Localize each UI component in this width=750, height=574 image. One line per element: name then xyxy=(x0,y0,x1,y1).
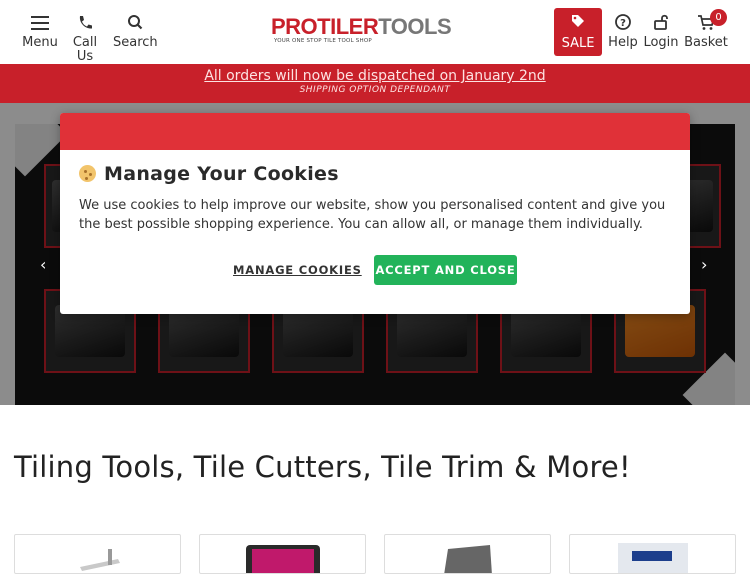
accept-and-close-button[interactable]: ACCEPT AND CLOSE xyxy=(374,255,517,285)
carousel-next-icon[interactable]: › xyxy=(701,255,707,274)
site-header: Menu Call Us Search PROTILERTOOLS YOUR O… xyxy=(0,0,750,64)
call-us-label: Call Us xyxy=(72,35,98,64)
basket-label: Basket xyxy=(684,35,728,50)
phone-icon xyxy=(79,16,92,29)
logo-tools-text: TOOLS xyxy=(378,14,452,39)
hamburger-icon xyxy=(31,16,49,30)
call-us-button[interactable]: Call Us xyxy=(63,12,107,64)
help-icon: ? xyxy=(615,14,631,30)
lock-icon xyxy=(654,14,668,30)
sale-label: SALE xyxy=(561,36,595,51)
product-card[interactable] xyxy=(199,534,366,574)
login-button[interactable]: Login xyxy=(643,12,679,50)
menu-label: Menu xyxy=(22,35,58,50)
cookie-consent-modal: Manage Your Cookies We use cookies to he… xyxy=(60,113,690,314)
login-label: Login xyxy=(643,35,679,50)
product-card[interactable] xyxy=(569,534,736,574)
announcement-link[interactable]: All orders will now be dispatched on Jan… xyxy=(0,64,750,84)
cookie-modal-title-text: Manage Your Cookies xyxy=(104,163,339,185)
product-card[interactable] xyxy=(14,534,181,574)
sale-button[interactable]: SALE xyxy=(554,8,602,56)
site-logo[interactable]: PROTILERTOOLS YOUR ONE STOP TILE TOOL SH… xyxy=(271,14,452,46)
announcement-subtext: SHIPPING OPTION DEPENDANT xyxy=(299,85,451,95)
search-button[interactable]: Search xyxy=(113,12,158,50)
logo-pro-text: PROTILER xyxy=(271,14,379,39)
cookie-icon xyxy=(79,165,96,182)
product-thumbnail xyxy=(79,549,120,571)
search-label: Search xyxy=(113,35,158,50)
product-thumbnail xyxy=(617,543,688,573)
basket-count-badge: 0 xyxy=(710,9,727,26)
carousel-prev-icon[interactable]: ‹ xyxy=(40,255,46,274)
cookie-modal-title: Manage Your Cookies xyxy=(79,163,339,185)
product-thumbnail xyxy=(245,545,320,573)
modal-header-bar xyxy=(60,113,690,150)
tag-icon xyxy=(572,15,584,27)
product-card[interactable] xyxy=(384,534,551,574)
search-icon xyxy=(128,15,143,30)
help-button[interactable]: ? Help xyxy=(607,12,639,50)
svg-text:?: ? xyxy=(620,18,626,29)
manage-cookies-button[interactable]: MANAGE COOKIES xyxy=(233,263,362,277)
cookie-modal-body: We use cookies to help improve our websi… xyxy=(79,198,666,232)
help-label: Help xyxy=(608,35,638,50)
product-thumbnail xyxy=(443,545,492,573)
page-title: Tiling Tools, Tile Cutters, Tile Trim & … xyxy=(14,450,631,484)
menu-button[interactable]: Menu xyxy=(22,12,58,50)
announcement-bar: All orders will now be dispatched on Jan… xyxy=(0,64,750,103)
